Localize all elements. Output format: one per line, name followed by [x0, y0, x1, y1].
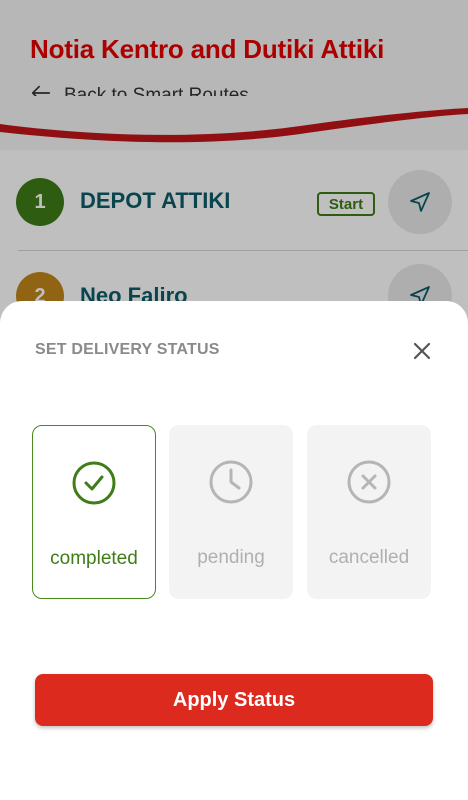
close-icon	[413, 342, 431, 360]
x-circle-icon	[347, 460, 391, 504]
status-option-pending[interactable]: pending	[169, 425, 293, 599]
status-option-label: completed	[50, 548, 138, 569]
status-option-label: cancelled	[328, 547, 410, 568]
status-option-cancelled[interactable]: cancelled	[307, 425, 431, 599]
sheet-title: SET DELIVERY STATUS	[35, 341, 220, 358]
status-option-label: pending	[197, 547, 265, 568]
close-button[interactable]	[408, 337, 436, 365]
check-circle-icon	[72, 461, 116, 505]
delivery-status-sheet: SET DELIVERY STATUS completed pending ca…	[0, 301, 468, 800]
status-option-completed[interactable]: completed	[32, 425, 156, 599]
apply-status-button[interactable]: Apply Status	[35, 674, 433, 726]
clock-icon	[209, 460, 253, 504]
